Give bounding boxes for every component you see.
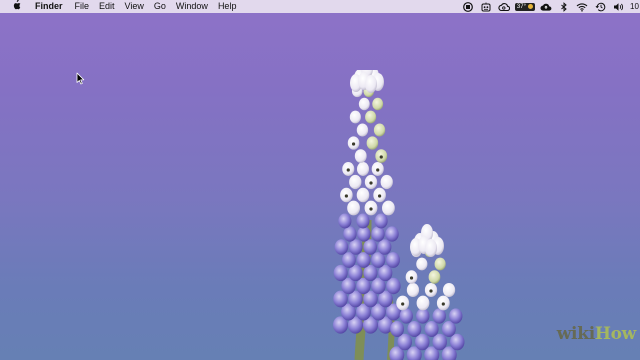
apple-menu-icon[interactable] [0, 0, 29, 14]
creative-cloud-icon[interactable] [495, 0, 513, 13]
cloud-upload-icon[interactable] [537, 0, 555, 13]
wikihow-watermark: wikiHow [556, 324, 637, 344]
flower-spike-right [389, 224, 465, 360]
time-machine-icon[interactable] [591, 0, 609, 13]
sun-icon [528, 4, 533, 9]
record-icon[interactable] [459, 0, 477, 13]
menu-file[interactable]: File [70, 0, 95, 13]
menu-view[interactable]: View [120, 0, 149, 13]
bluetooth-icon[interactable] [555, 0, 573, 13]
wallpaper-flower [333, 70, 465, 360]
app-icon[interactable] [477, 0, 495, 13]
menu-go[interactable]: Go [149, 0, 171, 13]
menu-help[interactable]: Help [213, 0, 242, 13]
clock-label[interactable]: 10 [627, 2, 640, 11]
temperature-label: 37° [516, 3, 526, 10]
flower-spike-left [333, 70, 401, 334]
menu-edit[interactable]: Edit [94, 0, 120, 13]
mouse-cursor-icon [76, 72, 85, 85]
weather-widget[interactable]: 37° [514, 2, 535, 11]
menu-bar: Finder File Edit View Go Window Help 37° [0, 0, 640, 13]
menu-window[interactable]: Window [171, 0, 213, 13]
volume-icon[interactable] [609, 0, 627, 13]
desktop[interactable]: Finder File Edit View Go Window Help 37° [0, 0, 640, 360]
wifi-icon[interactable] [573, 0, 591, 13]
menu-finder[interactable]: Finder [29, 0, 70, 13]
